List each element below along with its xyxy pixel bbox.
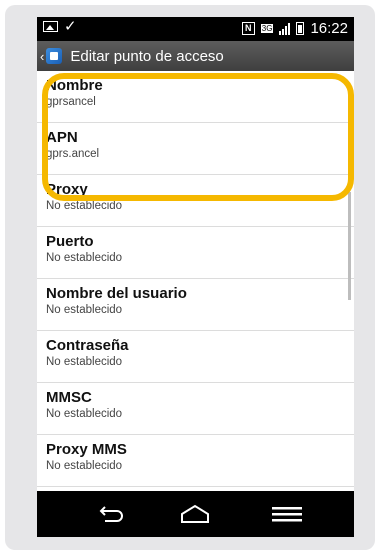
image-notification-icon <box>43 21 58 32</box>
phone-screen: ✓ N 3G 16:22 ‹ Editar punto de acceso No… <box>37 17 354 537</box>
setting-value: gprs.ancel <box>46 148 100 160</box>
signal-icon <box>279 22 291 35</box>
status-time: 16:22 <box>310 20 348 37</box>
setting-value: No establecido <box>46 460 123 472</box>
setting-item-proxy-mms[interactable]: Proxy MMS No establecido <box>37 435 354 487</box>
setting-label: MMSC <box>46 389 92 406</box>
setting-value: gprsancel <box>46 96 96 108</box>
setting-item-contrasena[interactable]: Contraseña No establecido <box>37 331 354 383</box>
settings-app-icon[interactable] <box>46 48 63 64</box>
setting-item-nombre-usuario[interactable]: Nombre del usuario No establecido <box>37 279 354 331</box>
back-icon[interactable] <box>99 503 125 525</box>
back-caret-icon[interactable]: ‹ <box>40 49 44 64</box>
navigation-bar <box>37 491 354 537</box>
setting-label: Proxy <box>46 181 88 198</box>
setting-label: Contraseña <box>46 337 129 354</box>
action-bar: ‹ Editar punto de acceso <box>37 41 354 71</box>
setting-label: Proxy MMS <box>46 441 127 458</box>
network-type-badge: 3G <box>260 24 274 33</box>
check-notification-icon: ✓ <box>64 18 77 35</box>
setting-label: APN <box>46 129 78 146</box>
status-bar: ✓ N 3G 16:22 <box>37 17 354 41</box>
setting-value: No establecido <box>46 356 123 368</box>
setting-item-nombre[interactable]: Nombre gprsancel <box>37 71 354 123</box>
menu-icon[interactable] <box>272 506 302 522</box>
battery-icon <box>296 22 305 35</box>
nfc-icon: N <box>241 22 255 35</box>
setting-item-apn[interactable]: APN gprs.ancel <box>37 123 354 175</box>
setting-label: Nombre <box>46 77 103 94</box>
setting-item-proxy[interactable]: Proxy No establecido <box>37 175 354 227</box>
home-icon[interactable] <box>180 504 210 524</box>
setting-value: No establecido <box>46 200 123 212</box>
scrollbar[interactable] <box>348 192 351 300</box>
setting-item-puerto[interactable]: Puerto No establecido <box>37 227 354 279</box>
page-title: Editar punto de acceso <box>70 47 224 65</box>
setting-value: No establecido <box>46 252 123 264</box>
setting-label: Puerto <box>46 233 94 250</box>
setting-item-mmsc[interactable]: MMSC No establecido <box>37 383 354 435</box>
setting-label: Nombre del usuario <box>46 285 187 302</box>
setting-value: No establecido <box>46 304 123 316</box>
setting-value: No establecido <box>46 408 123 420</box>
apn-settings-list: Nombre gprsancel APN gprs.ancel Proxy No… <box>37 71 354 491</box>
